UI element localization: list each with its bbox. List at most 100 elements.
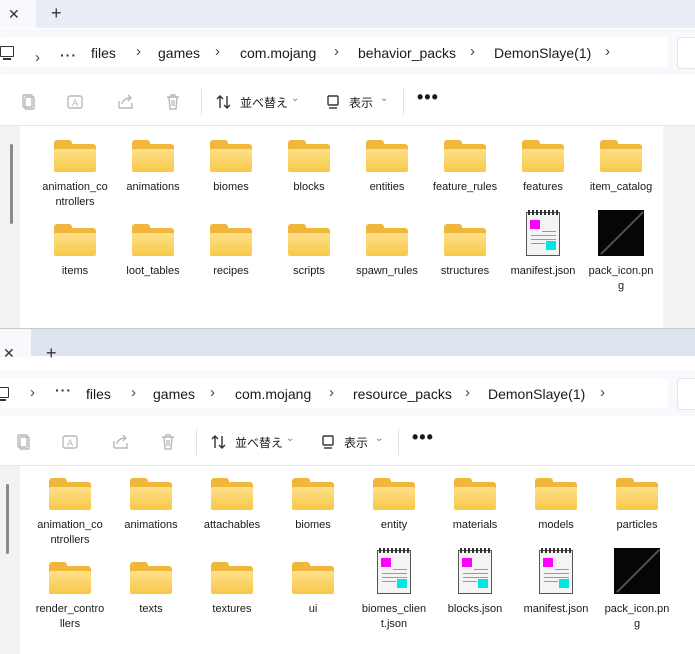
search-box[interactable]	[677, 378, 695, 410]
breadcrumb-demonslaye[interactable]: DemonSlaye(1)	[488, 386, 585, 402]
address-bar[interactable]: › ··· files › games › com.mojang › resou…	[0, 378, 668, 408]
file-item[interactable]: ui	[278, 562, 348, 617]
file-item[interactable]: textures	[197, 562, 267, 617]
file-item[interactable]: render_controllers	[35, 562, 105, 632]
file-item[interactable]: spawn_rules	[352, 224, 422, 279]
file-item[interactable]: pack_icon.png	[602, 548, 672, 632]
file-item[interactable]: animations	[116, 478, 186, 533]
chevron-right-icon[interactable]: ›	[605, 43, 610, 60]
file-item[interactable]: features	[508, 140, 578, 195]
scrollbar[interactable]	[10, 144, 13, 224]
sort-icon[interactable]	[210, 433, 228, 451]
chevron-right-icon[interactable]: ›	[600, 384, 605, 401]
view-icon[interactable]	[320, 433, 338, 451]
chevron-right-icon[interactable]: ›	[35, 49, 40, 66]
more-options-button[interactable]: •••	[412, 427, 434, 448]
chevron-down-icon[interactable]: ⌄	[380, 93, 388, 104]
new-tab-button[interactable]: +	[46, 343, 57, 363]
breadcrumb-games[interactable]: games	[153, 386, 195, 402]
file-item[interactable]: materials	[440, 478, 510, 533]
file-item[interactable]: blocks	[274, 140, 344, 195]
file-item[interactable]: structures	[430, 224, 500, 279]
file-item[interactable]: biomes	[196, 140, 266, 195]
share-icon[interactable]	[117, 93, 135, 111]
more-dots-icon[interactable]: ···	[55, 382, 72, 398]
chevron-right-icon[interactable]: ›	[136, 43, 141, 60]
chevron-right-icon[interactable]: ›	[215, 43, 220, 60]
file-item[interactable]: biomes	[278, 478, 348, 533]
chevron-right-icon[interactable]: ›	[465, 384, 470, 401]
file-item[interactable]: item_catalog	[586, 140, 656, 195]
file-item[interactable]: biomes_client.json	[359, 548, 429, 632]
chevron-right-icon[interactable]: ›	[329, 384, 334, 401]
copy-icon[interactable]	[15, 433, 33, 451]
chevron-down-icon[interactable]: ⌄	[291, 93, 299, 104]
rename-icon[interactable]: A	[67, 93, 85, 111]
more-options-button[interactable]: •••	[417, 87, 439, 108]
file-item[interactable]: entities	[352, 140, 422, 195]
computer-icon[interactable]	[0, 46, 14, 60]
breadcrumb-packs[interactable]: behavior_packs	[358, 45, 456, 61]
breadcrumb-com-mojang[interactable]: com.mojang	[240, 45, 316, 61]
breadcrumb-demonslaye[interactable]: DemonSlaye(1)	[494, 45, 591, 61]
separator	[403, 89, 404, 115]
tab-current[interactable]: ✕	[0, 0, 36, 28]
copy-icon[interactable]	[20, 93, 38, 111]
file-item[interactable]: items	[40, 224, 110, 279]
address-bar[interactable]: › ··· files › games › com.mojang › behav…	[0, 37, 668, 67]
view-button[interactable]: 表示	[349, 94, 373, 111]
file-item[interactable]: manifest.json	[508, 210, 578, 279]
file-item[interactable]: attachables	[197, 478, 267, 533]
chevron-right-icon[interactable]: ›	[334, 43, 339, 60]
chevron-right-icon[interactable]: ›	[210, 384, 215, 401]
sort-icon[interactable]	[215, 93, 233, 111]
command-bar: A 並べ替え ⌄ 表示 ⌄ •••	[0, 419, 695, 466]
file-item[interactable]: texts	[116, 562, 186, 617]
file-item[interactable]: loot_tables	[118, 224, 188, 279]
folder-icon	[210, 224, 252, 256]
chevron-right-icon[interactable]: ›	[30, 384, 35, 401]
file-item[interactable]: manifest.json	[521, 548, 591, 617]
breadcrumb-games[interactable]: games	[158, 45, 200, 61]
scrollbar[interactable]	[6, 484, 9, 554]
more-dots-icon[interactable]: ···	[60, 47, 77, 63]
file-item[interactable]: feature_rules	[430, 140, 500, 195]
file-item[interactable]: scripts	[274, 224, 344, 279]
chevron-right-icon[interactable]: ›	[470, 43, 475, 60]
file-item[interactable]: pack_icon.png	[586, 210, 656, 294]
image-file-icon	[598, 210, 644, 256]
rename-icon[interactable]: A	[62, 433, 80, 451]
close-icon[interactable]: ✕	[8, 4, 20, 24]
folder-icon	[444, 224, 486, 256]
file-name: entity	[380, 519, 408, 531]
breadcrumb-files[interactable]: files	[86, 386, 111, 402]
computer-icon[interactable]	[0, 387, 9, 401]
new-tab-button[interactable]: +	[51, 3, 62, 23]
chevron-right-icon[interactable]: ›	[131, 384, 136, 401]
file-item[interactable]: animation_controllers	[35, 478, 105, 548]
breadcrumb-files[interactable]: files	[91, 45, 116, 61]
chevron-down-icon[interactable]: ⌄	[286, 433, 294, 444]
file-name: loot_tables	[126, 265, 180, 277]
share-icon[interactable]	[112, 433, 130, 451]
sort-button[interactable]: 並べ替え	[235, 434, 283, 451]
breadcrumb-com-mojang[interactable]: com.mojang	[235, 386, 311, 402]
search-box[interactable]	[677, 37, 695, 69]
close-icon[interactable]: ✕	[3, 343, 15, 363]
file-item[interactable]: recipes	[196, 224, 266, 279]
trash-icon[interactable]	[159, 433, 177, 451]
breadcrumb-packs[interactable]: resource_packs	[353, 386, 452, 402]
file-name: models	[538, 519, 574, 531]
file-item[interactable]: entity	[359, 478, 429, 533]
file-item[interactable]: particles	[602, 478, 672, 533]
file-item[interactable]: blocks.json	[440, 548, 510, 617]
file-item[interactable]: animation_controllers	[40, 140, 110, 210]
sort-button[interactable]: 並べ替え	[240, 94, 288, 111]
trash-icon[interactable]	[164, 93, 182, 111]
file-item[interactable]: models	[521, 478, 591, 533]
view-icon[interactable]	[325, 93, 343, 111]
tab-current[interactable]: ✕	[0, 329, 31, 361]
chevron-down-icon[interactable]: ⌄	[375, 433, 383, 444]
view-button[interactable]: 表示	[344, 434, 368, 451]
file-item[interactable]: animations	[118, 140, 188, 195]
